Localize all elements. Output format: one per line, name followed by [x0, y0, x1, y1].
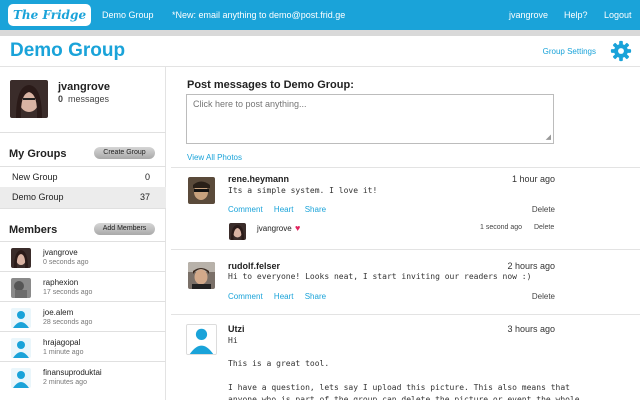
profile-name[interactable]: jvangrove: [58, 81, 110, 93]
group-item-new-group[interactable]: New Group 0: [0, 167, 166, 188]
heart-link[interactable]: Heart: [274, 292, 294, 301]
compose-input[interactable]: [193, 99, 523, 109]
group-item-demo-group[interactable]: Demo Group 37: [0, 187, 166, 208]
post-actions: Comment Heart Share: [228, 292, 335, 301]
members-title: Members: [9, 224, 58, 236]
notice-text: *New: email anything to demo@post.frid.g…: [172, 10, 346, 20]
delete-link[interactable]: Delete: [532, 292, 555, 301]
resize-handle-icon[interactable]: ◢: [546, 133, 551, 141]
divider: [171, 167, 640, 168]
group-name: New Group: [12, 172, 58, 182]
delete-link[interactable]: Delete: [532, 205, 555, 214]
post-time: 3 hours ago: [507, 324, 555, 334]
member-item[interactable]: hrajagopal 1 minute ago: [0, 336, 166, 363]
member-item[interactable]: finansuproduktai 2 minutes ago: [0, 366, 166, 393]
nav-user-link[interactable]: jvangrove: [509, 0, 548, 30]
profile-avatar[interactable]: [10, 80, 48, 118]
reply-delete-link[interactable]: Delete: [534, 224, 554, 231]
member-item[interactable]: raphexion 17 seconds ago: [0, 276, 166, 303]
view-all-photos-link[interactable]: View All Photos: [187, 153, 242, 162]
member-name: finansuproduktai: [43, 368, 102, 377]
messages-label: messages: [68, 94, 110, 104]
post-text-line: I have a question, lets say I upload thi…: [228, 383, 570, 392]
heart-link[interactable]: Heart: [274, 205, 294, 214]
post-author[interactable]: rene.heymann: [228, 174, 289, 184]
post-author[interactable]: Utzi: [228, 324, 245, 334]
group-name: Demo Group: [12, 192, 64, 202]
member-name: hrajagopal: [43, 338, 81, 347]
post-author[interactable]: rudolf.felser: [228, 261, 280, 271]
divider: [0, 132, 166, 133]
default-avatar-icon: [11, 368, 31, 388]
reply-avatar[interactable]: [229, 223, 246, 240]
post-avatar[interactable]: [188, 262, 215, 289]
sub-bar: [0, 30, 640, 36]
member-name: jvangrove: [43, 248, 78, 257]
divider: [0, 271, 166, 272]
sidebar: jvangrove 0 messages My Groups Create Gro…: [0, 67, 166, 400]
share-link[interactable]: Share: [305, 205, 326, 214]
post-text: Hi to everyone! Looks neat, I start invi…: [228, 272, 532, 281]
compose-title: Post messages to Demo Group:: [187, 79, 354, 91]
messages-count: 0: [58, 94, 64, 104]
member-time: 0 seconds ago: [43, 259, 89, 266]
member-item[interactable]: joe.alem 28 seconds ago: [0, 306, 166, 333]
main-content: Post messages to Demo Group: ◢ View All …: [167, 67, 640, 400]
default-avatar-icon[interactable]: [186, 324, 217, 355]
member-time: 1 minute ago: [43, 349, 84, 356]
post-time: 1 hour ago: [511, 174, 555, 184]
compose-box[interactable]: ◢: [186, 94, 554, 144]
group-count: 0: [144, 172, 150, 182]
group-settings-link[interactable]: Group Settings: [543, 47, 596, 56]
gear-icon[interactable]: [610, 40, 632, 62]
member-name: joe.alem: [43, 308, 74, 317]
member-time: 2 minutes ago: [43, 379, 87, 386]
post-text-line: This is a great tool.: [228, 359, 330, 368]
page-title: Demo Group: [10, 40, 126, 61]
nav-group-link[interactable]: Demo Group: [102, 0, 154, 30]
post-text-line: Hi: [228, 336, 238, 345]
nav-logout-link[interactable]: Logout: [604, 0, 632, 30]
divider: [0, 331, 166, 332]
my-groups-title: My Groups: [9, 148, 67, 160]
top-bar: The Fridge Demo Group *New: email anythi…: [0, 0, 640, 30]
default-avatar-icon: [11, 338, 31, 358]
heart-icon: ♥: [295, 223, 301, 233]
member-avatar: [11, 248, 31, 268]
member-name: raphexion: [43, 278, 79, 287]
post-text: Its a simple system. I love it!: [228, 186, 378, 195]
reply-author[interactable]: jvangrove: [257, 224, 292, 233]
divider: [0, 208, 166, 209]
post-text-line: anyone who is part of the group can dele…: [228, 395, 580, 400]
nav-help-link[interactable]: Help?: [564, 0, 588, 30]
create-group-button[interactable]: Create Group: [94, 147, 155, 159]
member-item[interactable]: jvangrove 0 seconds ago: [0, 246, 166, 273]
divider: [0, 301, 166, 302]
member-time: 17 seconds ago: [43, 289, 93, 296]
member-time: 28 seconds ago: [43, 319, 93, 326]
add-members-button[interactable]: Add Members: [94, 223, 155, 235]
comment-link[interactable]: Comment: [228, 205, 263, 214]
divider: [0, 361, 166, 362]
divider: [0, 241, 166, 242]
comment-link[interactable]: Comment: [228, 292, 263, 301]
divider: [171, 314, 640, 315]
post-actions: Comment Heart Share: [228, 205, 335, 214]
profile-messages: 0 messages: [58, 94, 109, 104]
app-logo[interactable]: The Fridge: [8, 4, 92, 26]
default-avatar-icon: [11, 308, 31, 328]
reply-time: 1 second ago: [480, 224, 523, 231]
divider: [171, 249, 640, 250]
post-time: 2 hours ago: [507, 261, 555, 271]
post-avatar[interactable]: [188, 177, 215, 204]
member-avatar: [11, 278, 31, 298]
share-link[interactable]: Share: [305, 292, 326, 301]
group-count: 37: [139, 192, 150, 202]
